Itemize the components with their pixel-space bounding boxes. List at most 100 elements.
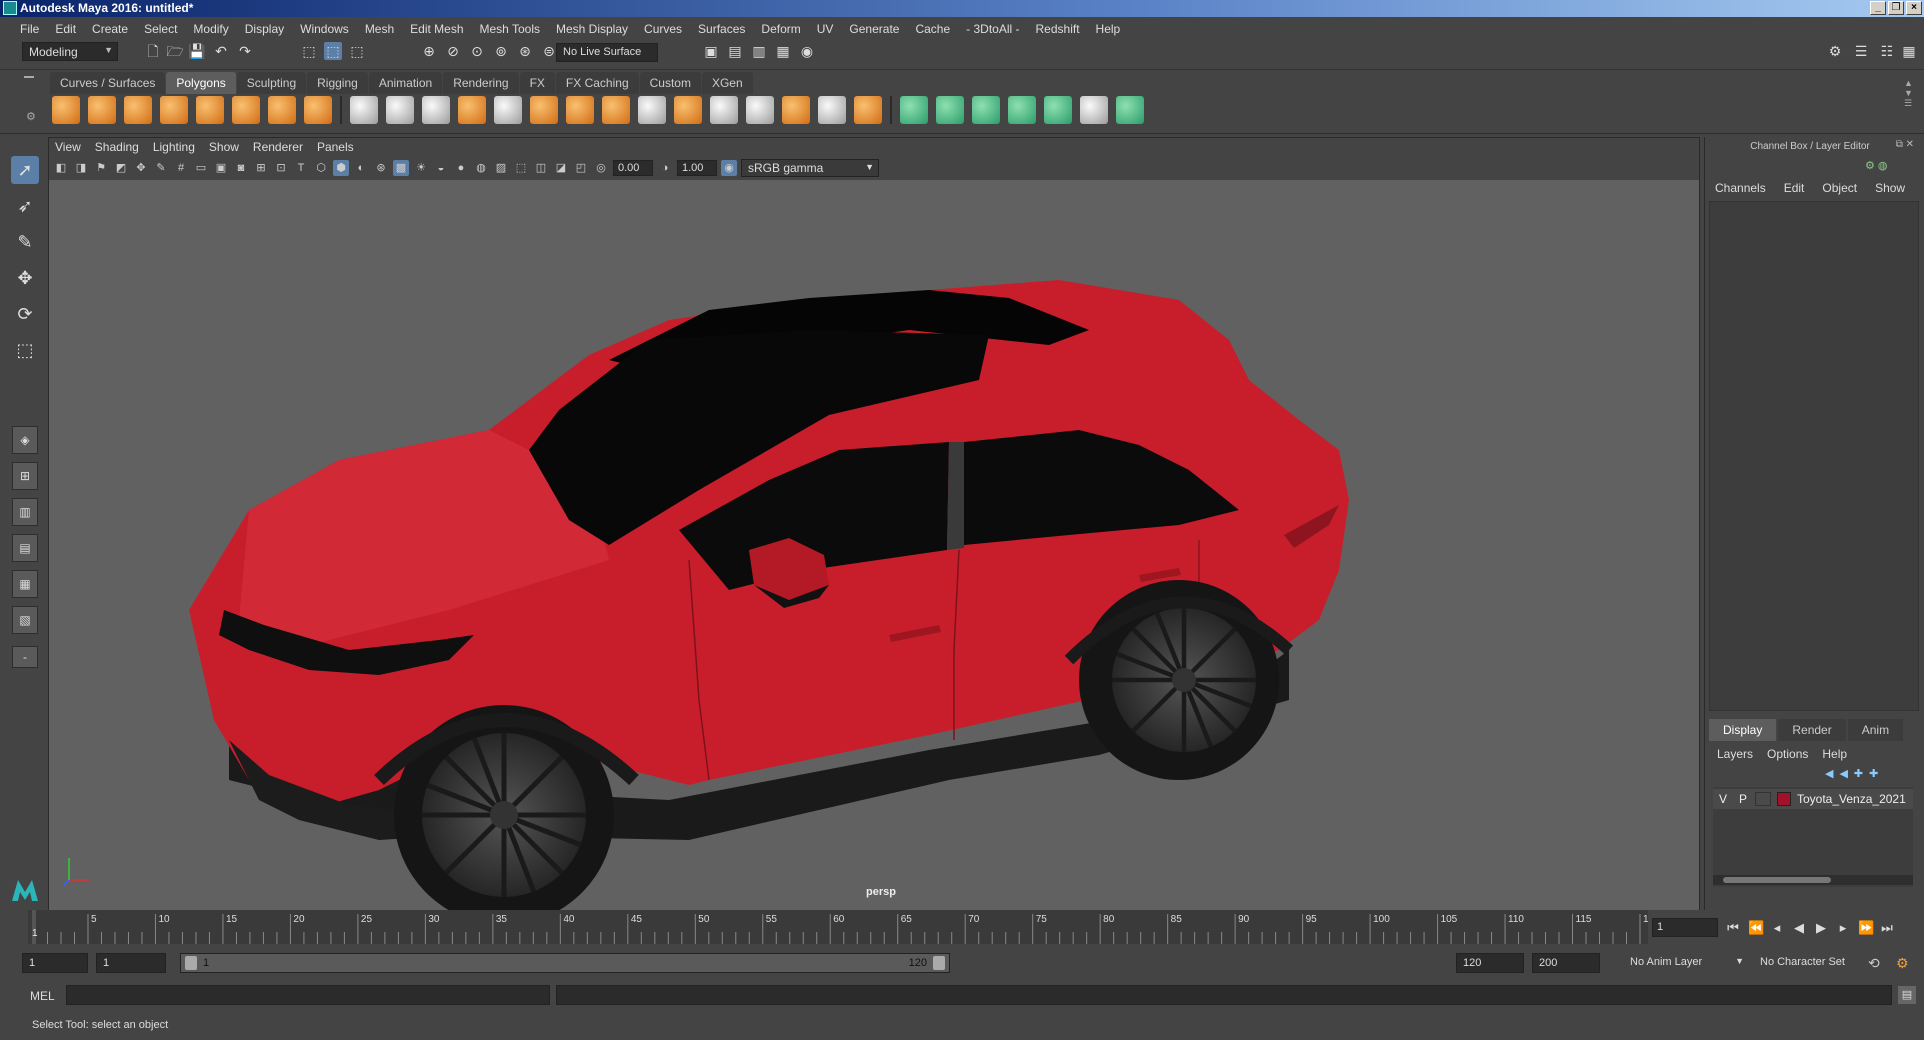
playback-end-field[interactable]: 120 — [1456, 953, 1524, 973]
menu-help[interactable]: Help — [1088, 22, 1129, 36]
render-settings-icon[interactable]: ▦ — [774, 42, 792, 60]
film-gate-icon[interactable]: ▭ — [193, 160, 209, 176]
layer-visibility-toggle[interactable]: V — [1713, 792, 1733, 806]
screen-space-ao-icon[interactable]: ● — [453, 160, 469, 176]
color-space-dropdown[interactable]: sRGB gamma ▼ — [741, 159, 879, 177]
persp-outliner-layout-icon[interactable]: ▥ — [12, 498, 38, 526]
time-slider[interactable]: 5 10 15 20 25 30 35 40 45 50 55 60 65 70 75 80 85 90 95 100… — [0, 910, 1924, 948]
menu-mesh-tools[interactable]: Mesh Tools — [472, 22, 548, 36]
viewport-menu-shading[interactable]: Shading — [95, 140, 139, 154]
layer-scrollbar[interactable] — [1713, 875, 1913, 885]
menu-windows[interactable]: Windows — [292, 22, 357, 36]
merge-icon[interactable] — [818, 96, 846, 124]
viewport-menu-show[interactable]: Show — [209, 140, 239, 154]
layer-name[interactable]: Toyota_Venza_2021 — [1797, 792, 1906, 806]
menu-edit-mesh[interactable]: Edit Mesh — [402, 22, 471, 36]
uv-checker-icon[interactable] — [1080, 96, 1108, 124]
playback-start-field[interactable]: 1 — [96, 953, 166, 973]
gamma-icon[interactable]: ◑ — [657, 160, 673, 176]
animation-end-field[interactable]: 200 — [1532, 953, 1600, 973]
reduce-icon[interactable] — [494, 96, 522, 124]
shadows-icon[interactable]: ◒ — [433, 160, 449, 176]
extrude-icon[interactable] — [530, 96, 558, 124]
select-component-icon[interactable]: ⬚ — [348, 42, 366, 60]
command-language-label[interactable]: MEL — [30, 989, 55, 1003]
open-scene-icon[interactable]: 🗁 — [166, 42, 184, 60]
gamma-field[interactable]: 1.00 — [677, 160, 717, 176]
safe-action-icon[interactable]: ⊡ — [273, 160, 289, 176]
shelf-tab-fx-caching[interactable]: FX Caching — [555, 72, 639, 94]
redo-icon[interactable]: ↷ — [236, 42, 254, 60]
animation-start-field[interactable]: 1 — [22, 953, 88, 973]
combine-icon[interactable] — [350, 96, 378, 124]
viewport-menu-panels[interactable]: Panels — [317, 140, 354, 154]
anti-aliasing-icon[interactable]: ▨ — [493, 160, 509, 176]
shelf-tab-custom[interactable]: Custom — [639, 72, 701, 94]
multi-cut-icon[interactable] — [638, 96, 666, 124]
panel-close-icon[interactable]: ⧉ ✕ — [1896, 139, 1914, 150]
grease-pencil-icon[interactable]: ✎ — [153, 160, 169, 176]
menu-create[interactable]: Create — [84, 22, 136, 36]
layer-menu-layers[interactable]: Layers — [1717, 747, 1753, 761]
layer-row[interactable]: V P Toyota_Venza_2021 — [1713, 789, 1913, 809]
field-chart-icon[interactable]: ⊞ — [253, 160, 269, 176]
restore-button[interactable]: ❐ — [1888, 1, 1904, 15]
menu-edit[interactable]: Edit — [47, 22, 84, 36]
scale-tool-icon[interactable]: ⬚ — [11, 336, 39, 364]
shelf-tab-sculpting[interactable]: Sculpting — [236, 72, 307, 94]
range-end-handle[interactable] — [933, 956, 945, 970]
anim-layer-dropdown[interactable]: No Anim Layer ▼ — [1624, 953, 1744, 973]
separate-icon[interactable] — [386, 96, 414, 124]
viewport-menu-view[interactable]: View — [55, 140, 81, 154]
command-input[interactable] — [66, 985, 550, 1005]
uv-unfold-icon[interactable] — [1044, 96, 1072, 124]
car-model[interactable] — [49, 180, 1699, 910]
persp-hypershade-layout-icon[interactable]: ▦ — [12, 570, 38, 598]
poly-plane-icon[interactable] — [196, 96, 224, 124]
channel-box-menu-edit[interactable]: Edit — [1784, 181, 1805, 195]
step-forward-frame-icon[interactable]: ▸ — [1836, 920, 1850, 936]
poly-cone-icon[interactable] — [160, 96, 188, 124]
shelf-tab-xgen[interactable]: XGen — [701, 72, 753, 94]
select-object-icon[interactable]: ⬚ — [324, 42, 342, 60]
viewport-menu-lighting[interactable]: Lighting — [153, 140, 195, 154]
auto-key-icon[interactable]: ⟲ — [1868, 955, 1880, 972]
menu-redshift[interactable]: Redshift — [1028, 22, 1088, 36]
xray-icon[interactable]: ◫ — [533, 160, 549, 176]
play-forward-icon[interactable]: ▶ — [1814, 920, 1828, 936]
menu-display[interactable]: Display — [237, 22, 292, 36]
new-scene-icon[interactable]: 🗋 — [144, 42, 162, 60]
script-editor-icon[interactable]: ▤ — [1898, 986, 1916, 1004]
wireframe-on-shaded-icon[interactable]: ⊛ — [373, 160, 389, 176]
fill-hole-icon[interactable] — [710, 96, 738, 124]
textured-icon[interactable]: ▩ — [393, 160, 409, 176]
snap-point-icon[interactable]: ⊙ — [468, 42, 486, 60]
color-management-icon[interactable]: ◉ — [721, 160, 737, 176]
snap-view-icon[interactable]: ⊚ — [492, 42, 510, 60]
layer-playback-toggle[interactable]: P — [1733, 792, 1753, 806]
time-ruler[interactable]: 5 10 15 20 25 30 35 40 45 50 55 60 65 70 75 80 85 90 95 100… — [28, 910, 1660, 944]
uv-planar-icon[interactable] — [900, 96, 928, 124]
exposure-icon[interactable]: ◎ — [593, 160, 609, 176]
single-perspective-layout-icon[interactable]: ◈ — [12, 426, 38, 454]
layer-tab-render[interactable]: Render — [1778, 719, 1846, 741]
layer-menu-help[interactable]: Help — [1822, 747, 1847, 761]
channel-list[interactable] — [1709, 201, 1919, 711]
mirror-icon[interactable] — [422, 96, 450, 124]
bevel-icon[interactable] — [602, 96, 630, 124]
menu-surfaces[interactable]: Surfaces — [690, 22, 753, 36]
paint-select-tool-icon[interactable]: ✎ — [11, 228, 39, 256]
poly-cube-icon[interactable] — [88, 96, 116, 124]
four-view-layout-icon[interactable]: ⊞ — [12, 462, 38, 490]
shelf-tab-polygons[interactable]: Polygons — [166, 72, 236, 94]
menu-uv[interactable]: UV — [809, 22, 842, 36]
image-plane-icon[interactable]: ◩ — [113, 160, 129, 176]
layer-list[interactable]: V P Toyota_Venza_2021 — [1713, 787, 1913, 887]
play-backward-icon[interactable]: ◀ — [1792, 920, 1806, 936]
channel-box-icon[interactable]: ▦ — [1900, 42, 1918, 60]
shelf-tab-curves-surfaces[interactable]: Curves / Surfaces — [50, 72, 166, 94]
uv-layout-icon[interactable] — [1116, 96, 1144, 124]
exposure-field[interactable]: 0.00 — [613, 160, 653, 176]
snap-curve-icon[interactable]: ⊘ — [444, 42, 462, 60]
go-to-end-icon[interactable]: ⏭ — [1880, 920, 1894, 936]
